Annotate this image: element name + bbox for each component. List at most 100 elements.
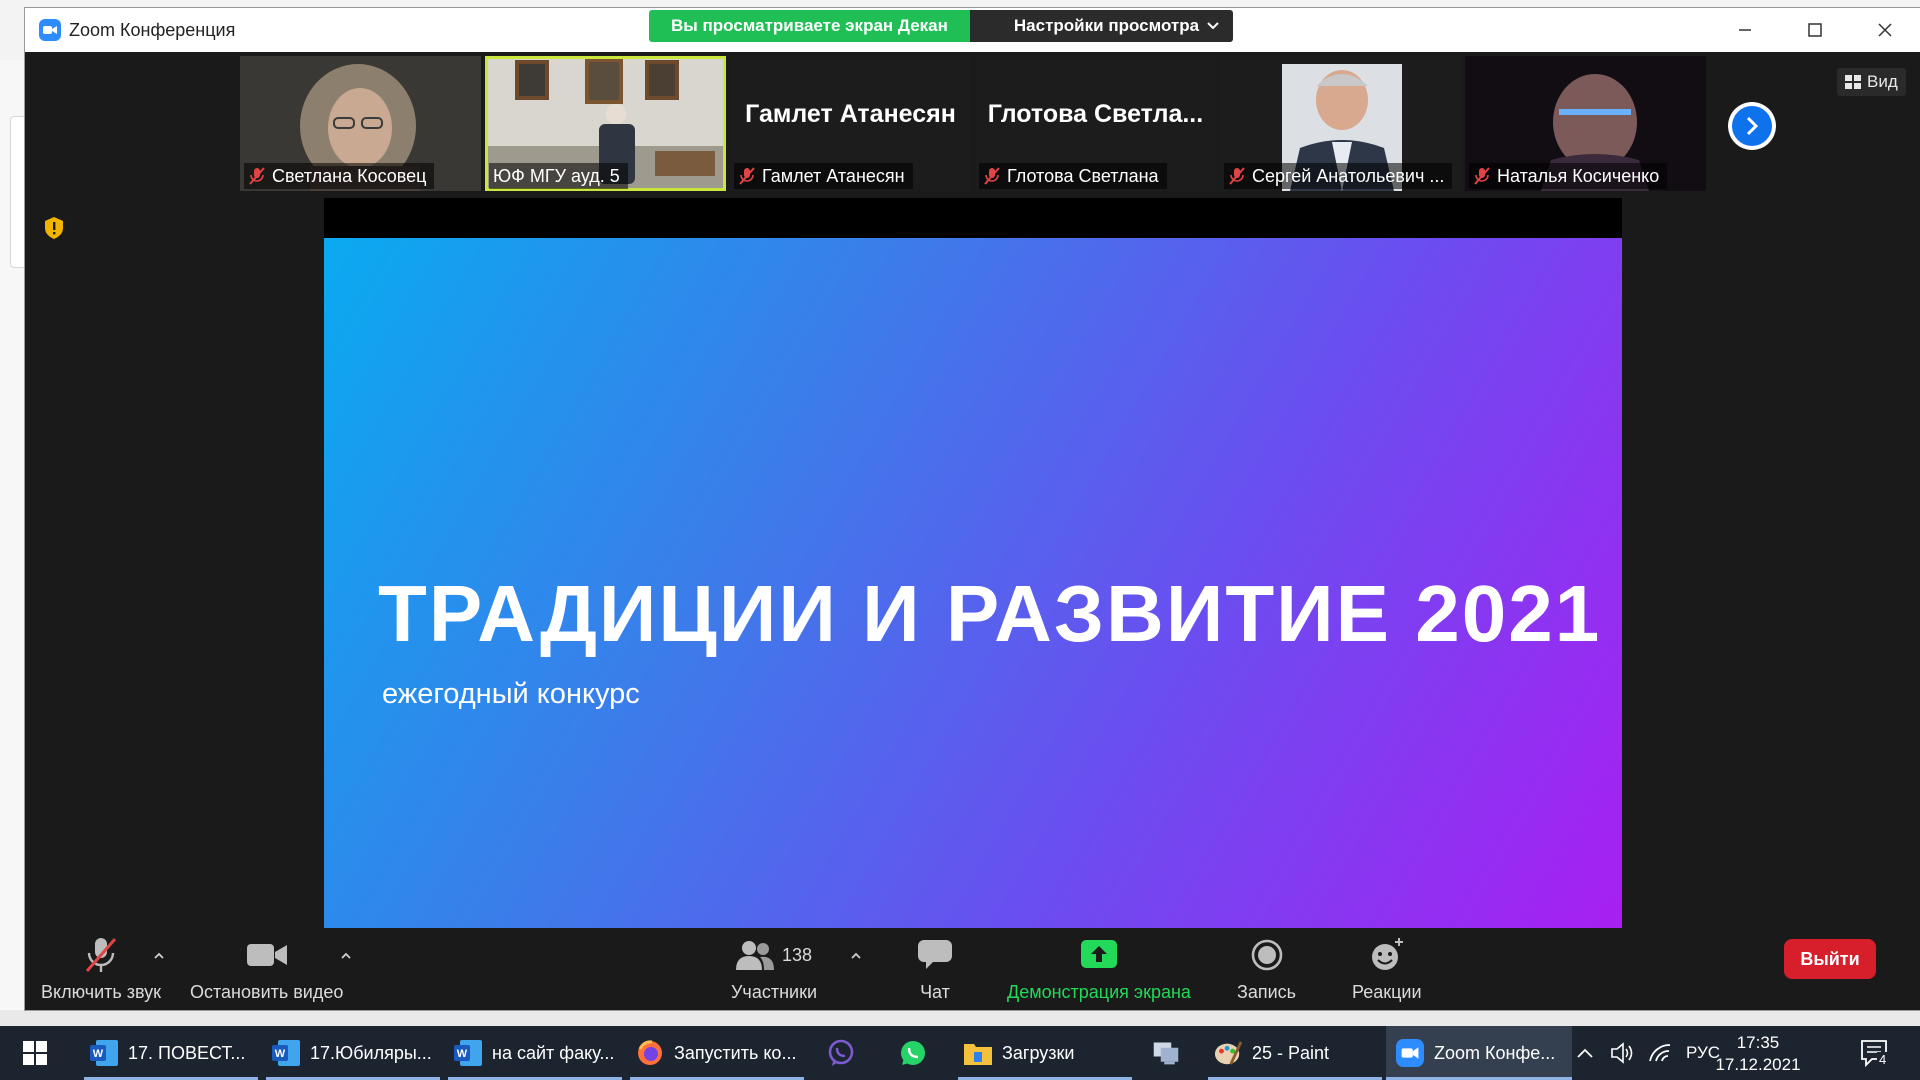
participant-name: Наталья Косиченко (1497, 165, 1660, 186)
video-options-caret-icon[interactable] (340, 950, 352, 962)
folder-icon (964, 1039, 992, 1067)
minimize-icon (1739, 29, 1751, 31)
network-icon (1152, 1039, 1180, 1067)
svg-text:W: W (93, 1048, 104, 1060)
volume-muted-icon[interactable] (1610, 1042, 1634, 1064)
audio-options-caret-icon[interactable] (153, 950, 165, 962)
participant-tile[interactable]: Гамлет Атанесян Гамлет Атанесян (730, 56, 971, 191)
video-camera-icon (246, 944, 287, 966)
participant-name-tag: Гамлет Атанесян (734, 163, 913, 189)
slide-subtitle: ежегодный конкурс (382, 678, 640, 710)
taskbar-item[interactable]: W 17. ПОВЕСТ... (84, 1026, 258, 1080)
maximize-button[interactable] (1780, 8, 1850, 52)
zoom-icon (1396, 1039, 1424, 1067)
taskbar-item[interactable]: W 17.Юбиляры... (266, 1026, 440, 1080)
chat-label: Чат (920, 982, 950, 1002)
background-window-edge (0, 60, 27, 1010)
taskbar-item-network[interactable] (1132, 1026, 1200, 1080)
start-button[interactable] (0, 1026, 70, 1080)
whatsapp-icon (899, 1039, 927, 1067)
participant-name-tag: ЮФ МГУ ауд. 5 (489, 163, 628, 189)
windows-logo-icon (23, 1041, 47, 1065)
participants-button[interactable]: 138 Участники (731, 934, 817, 1003)
share-screen-label: Демонстрация экрана (1007, 982, 1191, 1002)
viewing-screen-label: Вы просматриваете экран Декан (649, 10, 970, 42)
participant-tile[interactable]: ЮФ МГУ ауд. 5 (485, 56, 726, 191)
window-controls (1710, 8, 1920, 52)
taskbar-item-label: 25 - Paint (1252, 1042, 1330, 1063)
participants-label: Участники (731, 982, 817, 1002)
muted-mic-icon (1474, 167, 1490, 185)
taskbar-item[interactable]: Запустить ко... (630, 1026, 804, 1080)
word-icon: W (454, 1039, 482, 1067)
participant-name: ЮФ МГУ ауд. 5 (493, 165, 620, 186)
taskbar-item-label: 17.Юбиляры... (310, 1042, 432, 1063)
stop-video-label: Остановить видео (190, 982, 344, 1002)
participant-tile[interactable]: Глотова Светла... Глотова Светлана (975, 56, 1216, 191)
svg-text:W: W (275, 1048, 286, 1060)
view-layout-button[interactable]: Вид (1837, 68, 1906, 96)
participant-tile[interactable]: Наталья Косиченко (1465, 56, 1706, 191)
chevron-up-icon[interactable] (1576, 1046, 1594, 1060)
taskbar-item-label: Загрузки (1002, 1042, 1075, 1063)
participant-strip: Светлана Косовец ЮФ МГУ ауд. 5 Гамлет Ат… (240, 56, 1706, 191)
participants-options-caret-icon[interactable] (850, 950, 862, 962)
notifications-button[interactable]: 4 (1852, 1026, 1898, 1080)
view-layout-label: Вид (1867, 72, 1898, 91)
clock-time: 17:35 (1736, 1033, 1780, 1052)
close-button[interactable] (1850, 8, 1920, 52)
participant-tile[interactable]: Светлана Косовец (240, 56, 481, 191)
title-bar: Zoom Конференция Вы просматриваете экран… (25, 8, 1920, 52)
participant-display-name: Гамлет Атанесян (745, 100, 956, 128)
viewing-banner: Вы просматриваете экран Декан Настройки … (649, 10, 1234, 42)
participant-name: Гамлет Атанесян (762, 165, 905, 186)
record-icon (1251, 939, 1282, 971)
stop-video-button[interactable]: Остановить видео (190, 934, 343, 1003)
record-label: Запись (1237, 982, 1297, 1002)
background-window-strip (0, 1010, 1920, 1026)
slide-title: ТРАДИЦИИ И РАЗВИТИЕ 2021 (378, 569, 1602, 658)
taskbar-item-whatsapp[interactable] (884, 1026, 942, 1080)
reactions-button[interactable]: Реакции (1352, 934, 1422, 1003)
view-options-button[interactable]: Настройки просмотра (969, 10, 1234, 42)
participant-name-tag: Глотова Светлана (979, 163, 1167, 189)
taskbar-item-viber[interactable] (812, 1026, 870, 1080)
taskbar-item-label: Zoom Конфе... (1434, 1042, 1556, 1063)
participants-count: 138 (781, 944, 813, 965)
share-screen-button[interactable]: Демонстрация экрана (1007, 934, 1191, 1003)
participant-name-tag: Светлана Косовец (244, 163, 435, 189)
record-button[interactable]: Запись (1237, 934, 1296, 1003)
taskbar-item[interactable]: 25 - Paint (1208, 1026, 1382, 1080)
next-page-button[interactable] (1728, 102, 1776, 150)
window-title: Zoom Конференция (69, 19, 236, 40)
participant-name-tag: Наталья Косиченко (1469, 163, 1668, 189)
leave-meeting-button[interactable]: Выйти (1784, 939, 1876, 979)
muted-mic-icon (85, 938, 117, 972)
wifi-icon[interactable] (1648, 1043, 1672, 1063)
taskbar-item-label: Запустить ко... (674, 1042, 797, 1063)
minimize-button[interactable] (1710, 8, 1780, 52)
firefox-icon (636, 1039, 664, 1067)
chat-icon (918, 940, 952, 969)
participant-display-name: Глотова Светла... (987, 100, 1204, 128)
unmute-button[interactable]: Включить звук (41, 934, 161, 1003)
notifications-count: 4 (1877, 1052, 1889, 1067)
security-shield-icon[interactable] (43, 216, 65, 240)
chat-button[interactable]: Чат (918, 934, 952, 1003)
taskbar-item[interactable]: Загрузки (958, 1026, 1132, 1080)
muted-mic-icon (984, 167, 1000, 185)
taskbar-item[interactable]: W на сайт факу... (448, 1026, 622, 1080)
system-clock[interactable]: 17:35 17.12.2021 (1712, 1032, 1804, 1076)
close-icon (1878, 23, 1892, 37)
taskbar-item-active[interactable]: Zoom Конфе... (1386, 1026, 1572, 1080)
participant-name: Светлана Косовец (272, 165, 427, 186)
system-tray: РУС (1576, 1026, 1720, 1080)
unmute-label: Включить звук (41, 982, 162, 1002)
viber-icon (827, 1039, 855, 1067)
reactions-label: Реакции (1352, 982, 1422, 1002)
participants-icon (735, 941, 774, 970)
taskbar-item-label: 17. ПОВЕСТ... (128, 1042, 246, 1063)
participant-tile[interactable]: Сергей Анатольевич ... (1220, 56, 1461, 191)
muted-mic-icon (249, 167, 265, 185)
zoom-app-icon (39, 19, 61, 41)
